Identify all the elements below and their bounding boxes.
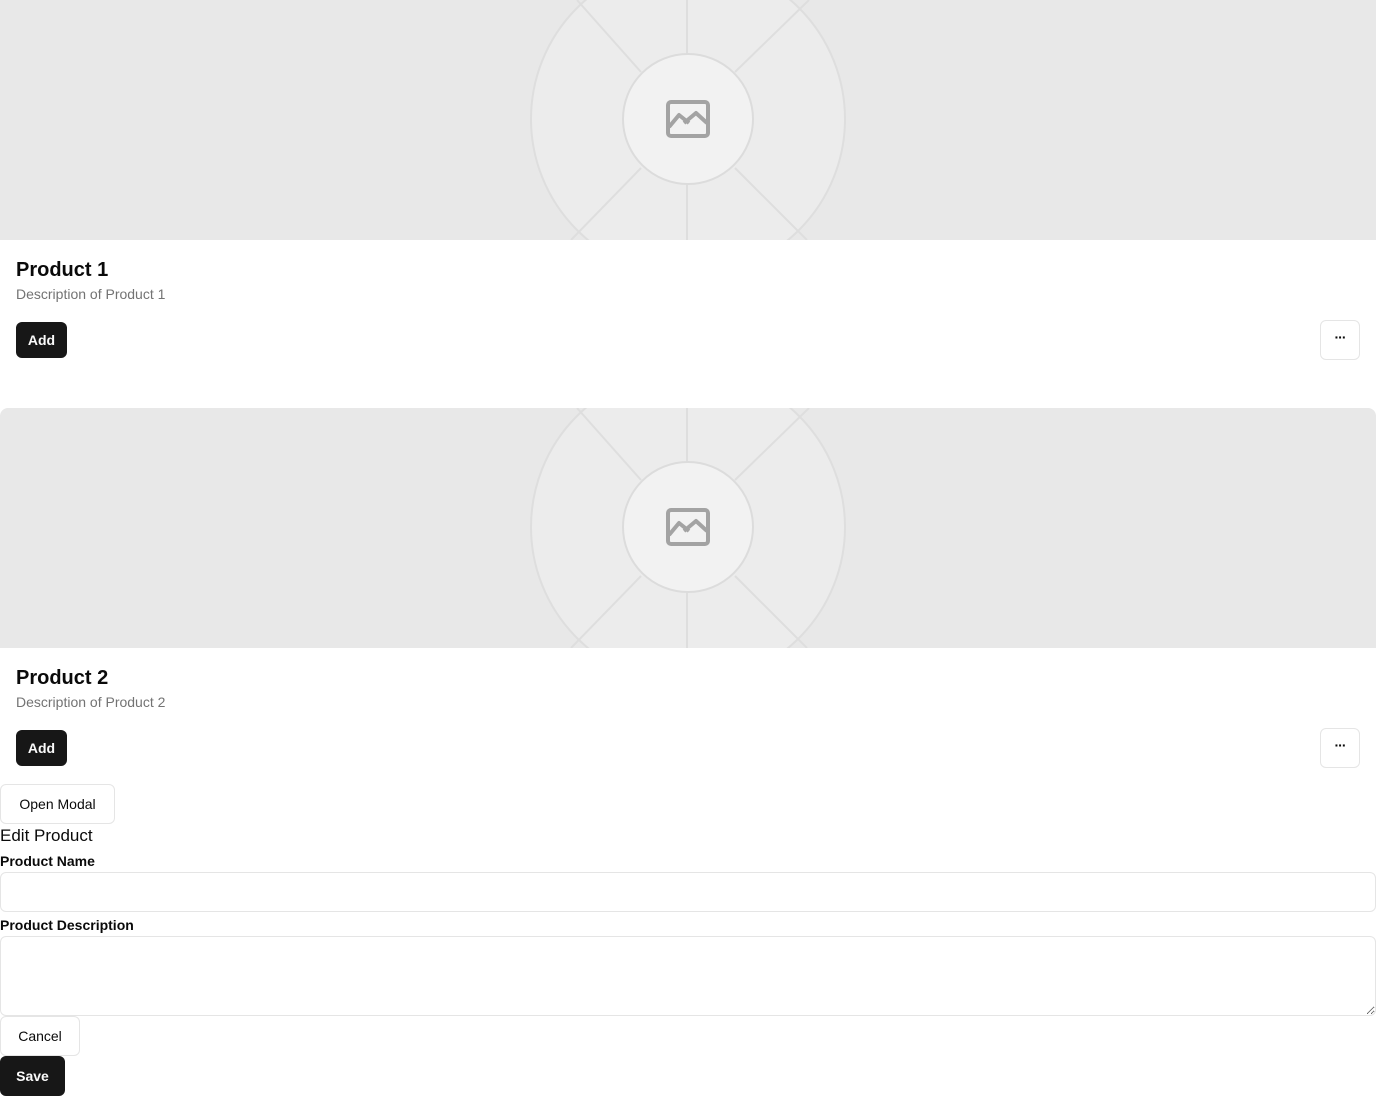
product-name-input[interactable] — [0, 872, 1376, 912]
more-options-button[interactable]: ··· — [1320, 320, 1360, 360]
product-description: Description of Product 1 — [16, 286, 166, 302]
more-horizontal-icon: ··· — [1334, 737, 1347, 753]
more-options-button[interactable]: ··· — [1320, 728, 1360, 768]
image-placeholder-icon — [666, 508, 710, 546]
product-description-textarea[interactable] — [0, 936, 1376, 1016]
product-card: Product 2 Description of Product 2 Add ·… — [0, 408, 1376, 768]
product-title: Product 2 — [16, 667, 109, 689]
open-modal-button[interactable]: Open Modal — [0, 784, 115, 824]
add-button[interactable]: Add — [16, 322, 67, 358]
more-horizontal-icon: ··· — [1334, 329, 1347, 345]
product-title: Product 1 — [16, 259, 109, 281]
save-button[interactable]: Save — [0, 1056, 65, 1096]
add-button[interactable]: Add — [16, 730, 67, 766]
product-card: Product 1 Description of Product 1 Add ·… — [0, 0, 1376, 360]
product-description-label: Product Description — [0, 917, 134, 933]
product-description: Description of Product 2 — [16, 694, 166, 710]
modal-title: Edit Product — [0, 826, 93, 845]
product-image-placeholder — [0, 0, 1376, 240]
image-placeholder-icon — [666, 100, 710, 138]
cancel-button[interactable]: Cancel — [0, 1016, 80, 1056]
product-name-label: Product Name — [0, 853, 95, 869]
product-image-placeholder — [0, 408, 1376, 648]
